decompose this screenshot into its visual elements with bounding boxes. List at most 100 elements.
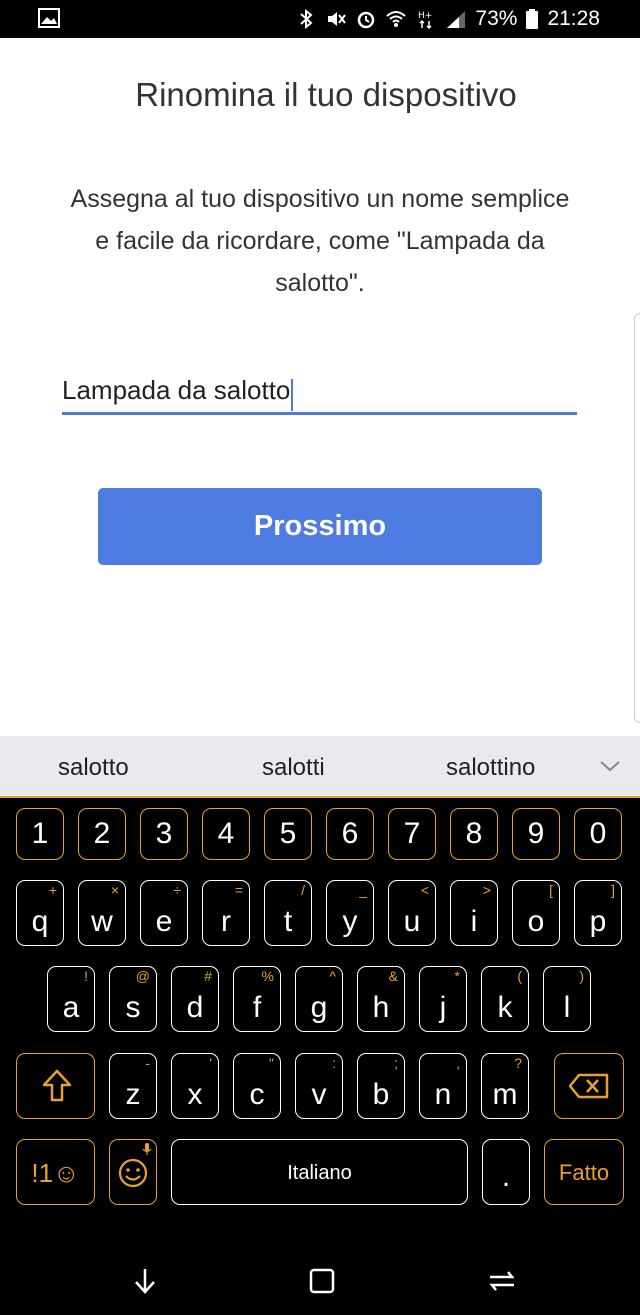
number-key-4[interactable]: 4 <box>202 808 250 860</box>
alarm-icon <box>358 11 375 29</box>
key-s[interactable]: s @ <box>109 966 157 1032</box>
number-key-2[interactable]: 2 <box>78 808 126 860</box>
microphone-icon <box>142 1143 152 1155</box>
key-alt-symbol: , <box>456 1055 460 1071</box>
key-alt-symbol: + <box>48 882 57 898</box>
key-y[interactable]: y _ <box>326 880 374 946</box>
next-button[interactable]: Prossimo <box>98 488 542 565</box>
key-alt-symbol: % <box>261 968 274 984</box>
number-key-9[interactable]: 9 <box>512 808 560 860</box>
key-label: c <box>249 1078 265 1111</box>
key-f[interactable]: f% <box>233 966 281 1032</box>
data-network-icon: H+ <box>418 11 433 30</box>
key-alt-symbol: & <box>388 968 398 984</box>
key-label: l <box>563 991 571 1024</box>
backspace-key[interactable] <box>554 1053 624 1119</box>
space-key[interactable]: Italiano <box>171 1139 468 1205</box>
key-k[interactable]: k( <box>481 966 529 1032</box>
done-key[interactable]: Fatto <box>544 1139 624 1205</box>
key-alt-symbol: × <box>110 882 119 898</box>
key-alt-symbol: [ <box>549 882 553 898</box>
rename-device-screen: Rinomina il tuo dispositivo Assegna al t… <box>0 38 640 736</box>
key-alt-symbol: ) <box>579 968 584 984</box>
key-label: a <box>62 991 80 1024</box>
key-alt-symbol: ^ <box>329 968 336 984</box>
suggestion-3[interactable]: salottino <box>446 736 535 798</box>
key-label: 2 <box>93 817 111 850</box>
shift-key[interactable] <box>16 1053 95 1119</box>
key-e[interactable]: e ÷ <box>140 880 188 946</box>
number-key-0[interactable]: 0 <box>574 808 622 860</box>
key-z[interactable]: z- <box>109 1053 157 1119</box>
emoji-key[interactable] <box>109 1139 157 1205</box>
number-key-7[interactable]: 7 <box>388 808 436 860</box>
key-label: h <box>372 991 390 1024</box>
key-j[interactable]: j * <box>419 966 467 1032</box>
key-alt-symbol: " <box>269 1055 274 1071</box>
device-name-input[interactable]: Lampada da salotto <box>62 365 577 415</box>
key-r[interactable]: r = <box>202 880 250 946</box>
symbols-key[interactable]: !1☺ <box>16 1139 95 1205</box>
recent-apps-icon[interactable] <box>486 1265 518 1297</box>
key-u[interactable]: u < <box>388 880 436 946</box>
key-n[interactable]: n, <box>419 1053 467 1119</box>
number-key-1[interactable]: 1 <box>16 808 64 860</box>
number-key-5[interactable]: 5 <box>264 808 312 860</box>
key-alt-symbol: ÷ <box>173 882 181 898</box>
key-a[interactable]: a! <box>47 966 95 1032</box>
key-label: f <box>252 991 262 1024</box>
key-alt-symbol: : <box>332 1055 336 1071</box>
key-alt-symbol: ? <box>514 1055 522 1071</box>
text-caret <box>291 378 294 411</box>
suggestion-2[interactable]: salotti <box>262 736 325 798</box>
bluetooth-icon <box>300 8 313 30</box>
key-h[interactable]: h & <box>357 966 405 1032</box>
backspace-icon <box>568 1073 609 1099</box>
key-label: 3 <box>155 817 173 850</box>
status-bar: H+ 73% 21:28 <box>0 0 640 38</box>
key-label: 5 <box>279 817 297 850</box>
key-o[interactable]: o[ <box>512 880 560 946</box>
key-label: m <box>492 1078 518 1111</box>
signal-icon <box>447 11 466 28</box>
key-label: j <box>439 991 447 1024</box>
key-w[interactable]: w × <box>78 880 126 946</box>
keyboard: 1234567890 q + w × e ÷ r = t / y _ u < i > o[p] a! s @ d # f%… <box>0 800 640 1245</box>
period-key[interactable]: . <box>482 1139 530 1205</box>
key-i[interactable]: i > <box>450 880 498 946</box>
shift-arrow-icon <box>42 1069 72 1102</box>
key-label: x <box>187 1078 203 1111</box>
key-label: e <box>155 905 173 938</box>
key-label: d <box>186 991 204 1024</box>
key-p[interactable]: p] <box>574 880 622 946</box>
suggestion-1[interactable]: salotto <box>58 736 129 798</box>
key-m[interactable]: m? <box>481 1053 529 1119</box>
key-label: 6 <box>341 817 359 850</box>
key-label: 9 <box>527 817 545 850</box>
key-label: u <box>403 905 421 938</box>
key-l[interactable]: l) <box>543 966 591 1032</box>
key-v[interactable]: v: <box>295 1053 343 1119</box>
key-t[interactable]: t / <box>264 880 312 946</box>
navigation-bar <box>0 1245 640 1315</box>
home-button-icon[interactable] <box>306 1265 338 1297</box>
key-c[interactable]: c " <box>233 1053 281 1119</box>
number-key-3[interactable]: 3 <box>140 808 188 860</box>
key-d[interactable]: d # <box>171 966 219 1032</box>
key-label: o <box>527 905 545 938</box>
scroll-indicator[interactable] <box>634 313 640 723</box>
expand-suggestions-chevron-icon[interactable] <box>598 754 622 778</box>
number-key-8[interactable]: 8 <box>450 808 498 860</box>
key-label: q <box>31 905 49 938</box>
period-key-label: . <box>501 1160 511 1193</box>
back-arrow-icon[interactable] <box>129 1265 161 1297</box>
key-x[interactable]: x ' <box>171 1053 219 1119</box>
key-q[interactable]: q + <box>16 880 64 946</box>
key-label: 1 <box>31 817 49 850</box>
symbols-key-label: !1☺ <box>31 1158 80 1188</box>
key-alt-symbol: < <box>420 882 429 898</box>
number-key-6[interactable]: 6 <box>326 808 374 860</box>
key-g[interactable]: g ^ <box>295 966 343 1032</box>
key-b[interactable]: b; <box>357 1053 405 1119</box>
key-alt-symbol: / <box>301 882 305 898</box>
